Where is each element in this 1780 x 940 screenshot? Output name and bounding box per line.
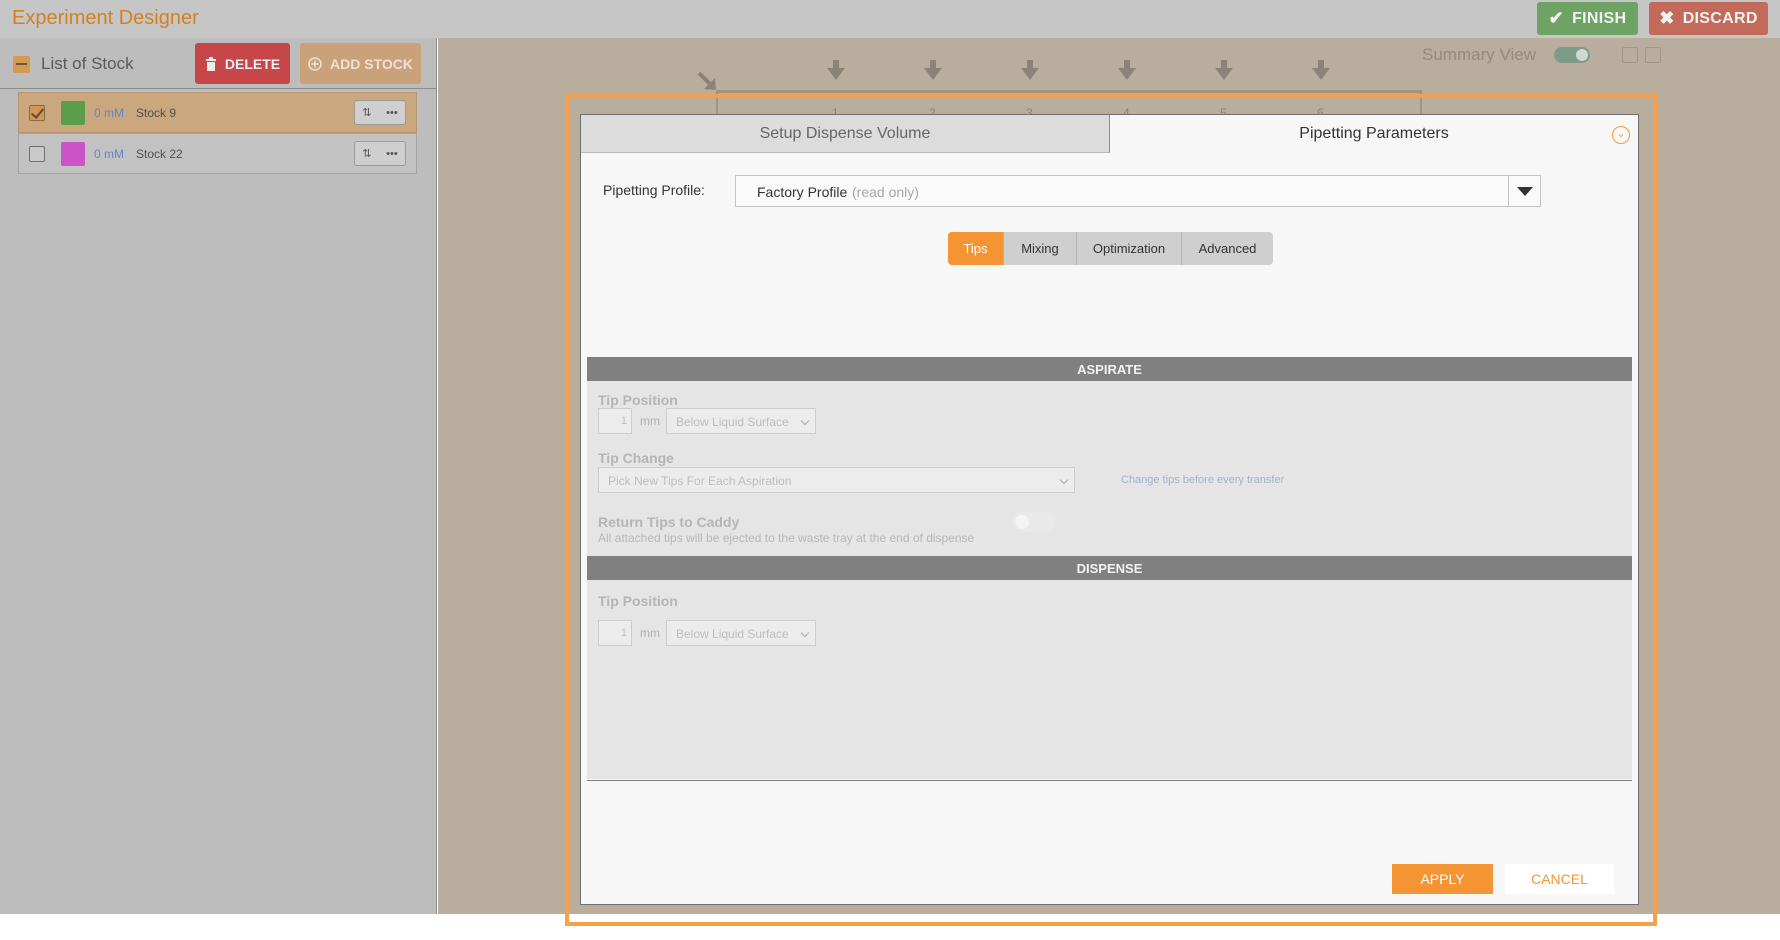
return-tips-label: Return Tips to Caddy [598, 514, 740, 530]
tab-setup-dispense-volume[interactable]: Setup Dispense Volume [581, 115, 1110, 153]
stock-panel-title: List of Stock [41, 54, 134, 73]
stock-row-actions[interactable]: ⇅ ••• [354, 100, 406, 125]
dispense-position-mode-value: Below Liquid Surface [676, 627, 789, 641]
app-title: Experiment Designer [12, 7, 199, 29]
finish-button[interactable]: ✔ FINISH [1537, 2, 1638, 35]
dispense-unit-label: mm [640, 626, 660, 640]
discard-label: DISCARD [1682, 9, 1758, 27]
aspirate-section: Tip Position 1 mm Below Liquid Surface T… [587, 381, 1632, 556]
stock-color-swatch [61, 101, 85, 125]
dispense-arrow-icon [827, 60, 845, 80]
well-strip-tick [716, 90, 718, 116]
layout-icon[interactable] [1645, 47, 1661, 63]
aspirate-position-mode-select[interactable]: Below Liquid Surface [666, 408, 816, 434]
stock-panel-header: List of Stock DELETE ADD STOCK [0, 38, 436, 89]
dispense-arrow-icon [1021, 60, 1039, 80]
pipetting-dialog: Setup Dispense Volume Pipetting Paramete… [580, 114, 1639, 905]
apply-button[interactable]: APPLY [1392, 864, 1493, 894]
tip-change-value: Pick New Tips For Each Aspiration [608, 474, 792, 488]
more-icon[interactable]: ••• [386, 148, 398, 160]
view-icon[interactable] [1622, 47, 1638, 63]
subtab-mixing[interactable]: Mixing [1004, 232, 1077, 265]
stock-checkbox[interactable] [29, 105, 45, 121]
aspirate-heading: ASPIRATE [587, 357, 1632, 381]
pipetting-profile-label: Pipetting Profile: [603, 182, 705, 198]
plus-circle-icon [308, 56, 322, 71]
dispense-tip-position-input[interactable]: 1 [598, 620, 632, 646]
section-divider [587, 780, 1632, 781]
stock-color-swatch [61, 142, 85, 166]
aspirate-tip-position-input[interactable]: 1 [598, 408, 632, 434]
caret-down-icon[interactable] [1508, 176, 1540, 206]
stock-checkbox[interactable] [29, 146, 45, 162]
dispense-arrow-icon [1312, 60, 1330, 80]
stock-name: Stock 22 [136, 147, 183, 161]
dispense-section: Tip Position 1 mm Below Liquid Surface [587, 580, 1632, 779]
stock-row[interactable]: 0 mM Stock 9 ⇅ ••• [18, 92, 417, 133]
chevron-down-icon [800, 416, 810, 426]
tab-pipetting-parameters[interactable]: Pipetting Parameters ⌄ [1110, 115, 1638, 153]
tip-change-hint: Change tips before every transfer [1121, 474, 1285, 486]
parameter-subtabs: Tips Mixing Optimization Advanced [948, 232, 1273, 265]
stock-concentration: 0 mM [94, 147, 124, 161]
aspirate-position-mode-value: Below Liquid Surface [676, 415, 789, 429]
dispense-arrow-icon [1118, 60, 1136, 80]
dispense-arrow-icon [924, 60, 942, 80]
delete-label: DELETE [224, 55, 281, 72]
stock-concentration: 0 mM [94, 106, 124, 120]
add-stock-button[interactable]: ADD STOCK [300, 43, 421, 84]
add-stock-label: ADD STOCK [330, 55, 413, 72]
tip-change-label: Tip Change [598, 450, 674, 466]
return-tips-toggle[interactable] [1012, 512, 1056, 532]
collapse-all-checkbox[interactable] [13, 56, 30, 73]
dispense-tip-position-label: Tip Position [598, 593, 678, 609]
tab-pipetting-parameters-label: Pipetting Parameters [1299, 125, 1449, 142]
summary-view-label: Summary View [1422, 45, 1536, 64]
chevron-down-icon [1059, 475, 1069, 485]
well-strip [716, 90, 1422, 93]
sliders-icon[interactable]: ⇅ [362, 106, 371, 119]
dispense-heading: DISPENSE [587, 556, 1632, 580]
summary-view-toggle[interactable] [1554, 47, 1590, 63]
stock-row-actions[interactable]: ⇅ ••• [354, 141, 406, 166]
finish-label: FINISH [1572, 9, 1627, 27]
chevron-down-circle-icon[interactable]: ⌄ [1612, 126, 1630, 144]
sliders-icon[interactable]: ⇅ [362, 147, 371, 160]
return-tips-hint: All attached tips will be ejected to the… [598, 531, 975, 545]
top-bar: Experiment Designer ✔ FINISH ✖ DISCARD [0, 0, 1780, 38]
trash-icon [205, 56, 216, 71]
discard-button[interactable]: ✖ DISCARD [1649, 2, 1768, 35]
stock-name: Stock 9 [136, 106, 177, 120]
pipetting-profile-hint: (read only) [852, 184, 919, 200]
pipetting-profile-value: Factory Profile [757, 184, 848, 200]
subtab-tips[interactable]: Tips [948, 232, 1004, 265]
check-icon: ✔ [1548, 8, 1565, 28]
dispense-position-mode-select[interactable]: Below Liquid Surface [666, 620, 816, 646]
subtab-advanced[interactable]: Advanced [1182, 232, 1273, 265]
aspirate-tip-position-label: Tip Position [598, 392, 678, 408]
delete-button[interactable]: DELETE [195, 43, 290, 84]
close-icon: ✖ [1659, 8, 1675, 28]
stock-row[interactable]: 0 mM Stock 22 ⇅ ••• [18, 133, 417, 174]
well-strip-tick [1420, 90, 1422, 116]
subtab-optimization[interactable]: Optimization [1077, 232, 1182, 265]
cancel-button[interactable]: CANCEL [1505, 864, 1614, 894]
diagonal-arrow-icon [697, 71, 716, 90]
tip-change-select[interactable]: Pick New Tips For Each Aspiration [598, 467, 1075, 493]
stock-panel: List of Stock DELETE ADD STOCK 0 mM Stoc… [0, 38, 437, 914]
chevron-down-icon [800, 628, 810, 638]
pipetting-profile-select[interactable]: Factory Profile (read only) [735, 175, 1541, 207]
dispense-arrow-icon [1215, 60, 1233, 80]
aspirate-unit-label: mm [640, 414, 660, 428]
more-icon[interactable]: ••• [386, 107, 398, 119]
